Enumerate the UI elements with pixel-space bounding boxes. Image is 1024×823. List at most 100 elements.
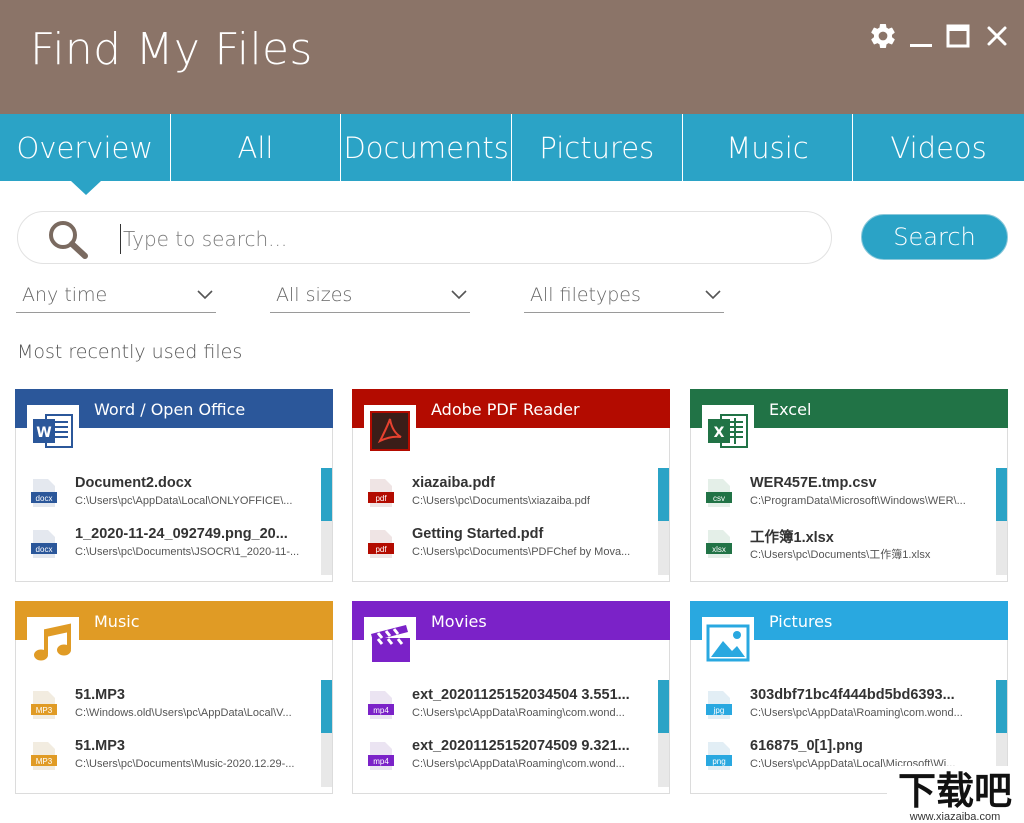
file-ext-label: mp4	[373, 706, 389, 715]
search-icon	[46, 219, 92, 263]
chevron-down-icon	[704, 284, 722, 306]
svg-text:X: X	[714, 425, 725, 441]
card-title: Pictures	[769, 612, 833, 631]
file-name: Document2.docx	[75, 475, 192, 491]
file-row[interactable]: mp4 ext_20201125152074509 9.321... C:\Us…	[353, 734, 665, 782]
file-row[interactable]: pdf xiazaiba.pdf C:\Users\pc\Documents\x…	[353, 471, 665, 519]
file-row[interactable]: jpg 303dbf71bc4f444bd5bd6393... C:\Users…	[691, 683, 1003, 731]
file-row[interactable]: MP3 51.MP3 C:\Windows.old\Users\pc\AppDa…	[16, 683, 328, 731]
scrollbar-thumb[interactable]	[658, 468, 669, 521]
file-name: 303dbf71bc4f444bd5bd6393...	[750, 687, 955, 703]
file-row[interactable]: pdf Getting Started.pdf C:\Users\pc\Docu…	[353, 522, 665, 570]
tab-documents[interactable]: Documents	[341, 114, 512, 181]
file-path: C:\Users\pc\Documents\PDFChef by Mova...	[412, 546, 631, 558]
file-row[interactable]: csv WER457E.tmp.csv C:\ProgramData\Micro…	[691, 471, 1003, 519]
title-bar: Find My Files	[0, 0, 1024, 114]
word-icon: W	[27, 405, 79, 457]
file-ext-label: MP3	[36, 706, 53, 715]
card-title: Adobe PDF Reader	[431, 400, 580, 419]
file-row[interactable]: docx 1_2020-11-24_092749.png_20... C:\Us…	[16, 522, 328, 570]
section-title: Most recently used files	[17, 341, 243, 363]
tab-music[interactable]: Music	[683, 114, 854, 181]
size-filter-dropdown[interactable]: All sizes	[270, 282, 470, 313]
jpg-file-icon: jpg	[706, 690, 732, 720]
filetype-filter-value: All filetypes	[530, 284, 641, 306]
tab-overview[interactable]: Overview	[0, 114, 171, 181]
search-button[interactable]: Search	[861, 214, 1008, 260]
file-name: 616875_0[1].png	[750, 738, 863, 754]
scrollbar-thumb[interactable]	[321, 680, 332, 733]
size-filter-value: All sizes	[276, 284, 353, 306]
card-title: Word / Open Office	[94, 400, 246, 419]
file-ext-label: docx	[36, 494, 53, 503]
scrollbar-thumb[interactable]	[658, 680, 669, 733]
file-ext-label: pdf	[375, 545, 387, 554]
mp3-file-icon: MP3	[31, 741, 57, 771]
file-name: Getting Started.pdf	[412, 526, 544, 542]
file-path: C:\Users\pc\AppData\Roaming\com.wond...	[750, 707, 963, 719]
time-filter-dropdown[interactable]: Any time	[16, 282, 216, 313]
file-row[interactable]: MP3 51.MP3 C:\Users\pc\Documents\Music-2…	[16, 734, 328, 782]
file-name: 51.MP3	[75, 687, 125, 703]
card-excel: X Excel csv WER457E.tmp.csv C:\ProgramDa…	[690, 389, 1008, 582]
file-name: 51.MP3	[75, 738, 125, 754]
chevron-down-icon	[196, 284, 214, 306]
mp3-file-icon: MP3	[31, 690, 57, 720]
file-name: ext_20201125152074509 9.321...	[412, 738, 630, 754]
tab-bar: Overview All Documents Pictures Music Vi…	[0, 114, 1024, 181]
file-ext-label: csv	[713, 494, 725, 503]
file-ext-label: jpg	[713, 706, 725, 715]
card-word: W Word / Open Office docx Document2.docx…	[15, 389, 333, 582]
svg-text:W: W	[36, 425, 51, 441]
file-name: ext_20201125152034504 3.551...	[412, 687, 630, 703]
csv-file-icon: csv	[706, 478, 732, 508]
tab-all[interactable]: All	[171, 114, 342, 181]
card-title: Excel	[769, 400, 812, 419]
mp4-file-icon: mp4	[368, 690, 394, 720]
pdf-file-icon: pdf	[368, 478, 394, 508]
file-ext-label: mp4	[373, 757, 389, 766]
watermark-logo: 下载吧 www.xiazaiba.com	[887, 766, 1024, 823]
file-name: xiazaiba.pdf	[412, 475, 495, 491]
tab-videos[interactable]: Videos	[853, 114, 1024, 181]
search-box	[17, 211, 832, 264]
filetype-filter-dropdown[interactable]: All filetypes	[524, 282, 724, 313]
card-music: Music MP3 51.MP3 C:\Windows.old\Users\pc…	[15, 601, 333, 794]
settings-gear-icon[interactable]	[866, 18, 900, 54]
close-icon[interactable]	[980, 18, 1014, 54]
file-row[interactable]: xlsx 工作簿1.xlsx C:\Users\pc\Documents\工作簿…	[691, 522, 1003, 570]
file-row[interactable]: mp4 ext_20201125152034504 3.551... C:\Us…	[353, 683, 665, 731]
music-note-icon	[27, 617, 79, 669]
file-row[interactable]: docx Document2.docx C:\Users\pc\AppData\…	[16, 471, 328, 519]
scrollbar-thumb[interactable]	[321, 468, 332, 521]
file-path: C:\Users\pc\AppData\Roaming\com.wond...	[412, 758, 625, 770]
search-input[interactable]	[120, 224, 810, 254]
card-movies: Movies mp4 ext_20201125152034504 3.551..…	[352, 601, 670, 794]
file-name: WER457E.tmp.csv	[750, 475, 877, 491]
scrollbar-thumb[interactable]	[996, 680, 1007, 733]
picture-icon	[702, 617, 754, 669]
active-tab-indicator	[71, 181, 101, 195]
app-title: Find My Files	[30, 24, 313, 75]
scrollbar-thumb[interactable]	[996, 468, 1007, 521]
file-ext-label: xlsx	[712, 545, 726, 554]
clapperboard-icon	[364, 617, 416, 669]
card-title: Movies	[431, 612, 487, 631]
file-path: C:\Users\pc\Documents\工作簿1.xlsx	[750, 549, 931, 561]
minimize-icon[interactable]	[904, 18, 938, 54]
card-pdf: Adobe PDF Reader pdf xiazaiba.pdf C:\Use…	[352, 389, 670, 582]
xlsx-file-icon: xlsx	[706, 529, 732, 559]
card-title: Music	[94, 612, 140, 631]
docx-file-icon: docx	[31, 478, 57, 508]
file-name: 工作簿1.xlsx	[750, 530, 834, 546]
maximize-icon[interactable]	[941, 18, 975, 54]
watermark-url: www.xiazaiba.com	[909, 811, 1000, 823]
file-path: C:\Users\pc\Documents\xiazaiba.pdf	[412, 495, 590, 507]
file-path: C:\Users\pc\Documents\JSOCR\1_2020-11-..…	[75, 546, 300, 558]
watermark-text: 下载吧	[898, 769, 1012, 813]
file-ext-label: png	[712, 757, 725, 766]
tab-pictures[interactable]: Pictures	[512, 114, 683, 181]
file-path: C:\Users\pc\AppData\Roaming\com.wond...	[412, 707, 625, 719]
file-path: C:\ProgramData\Microsoft\Windows\WER\...	[750, 495, 966, 507]
pdf-file-icon: pdf	[368, 529, 394, 559]
